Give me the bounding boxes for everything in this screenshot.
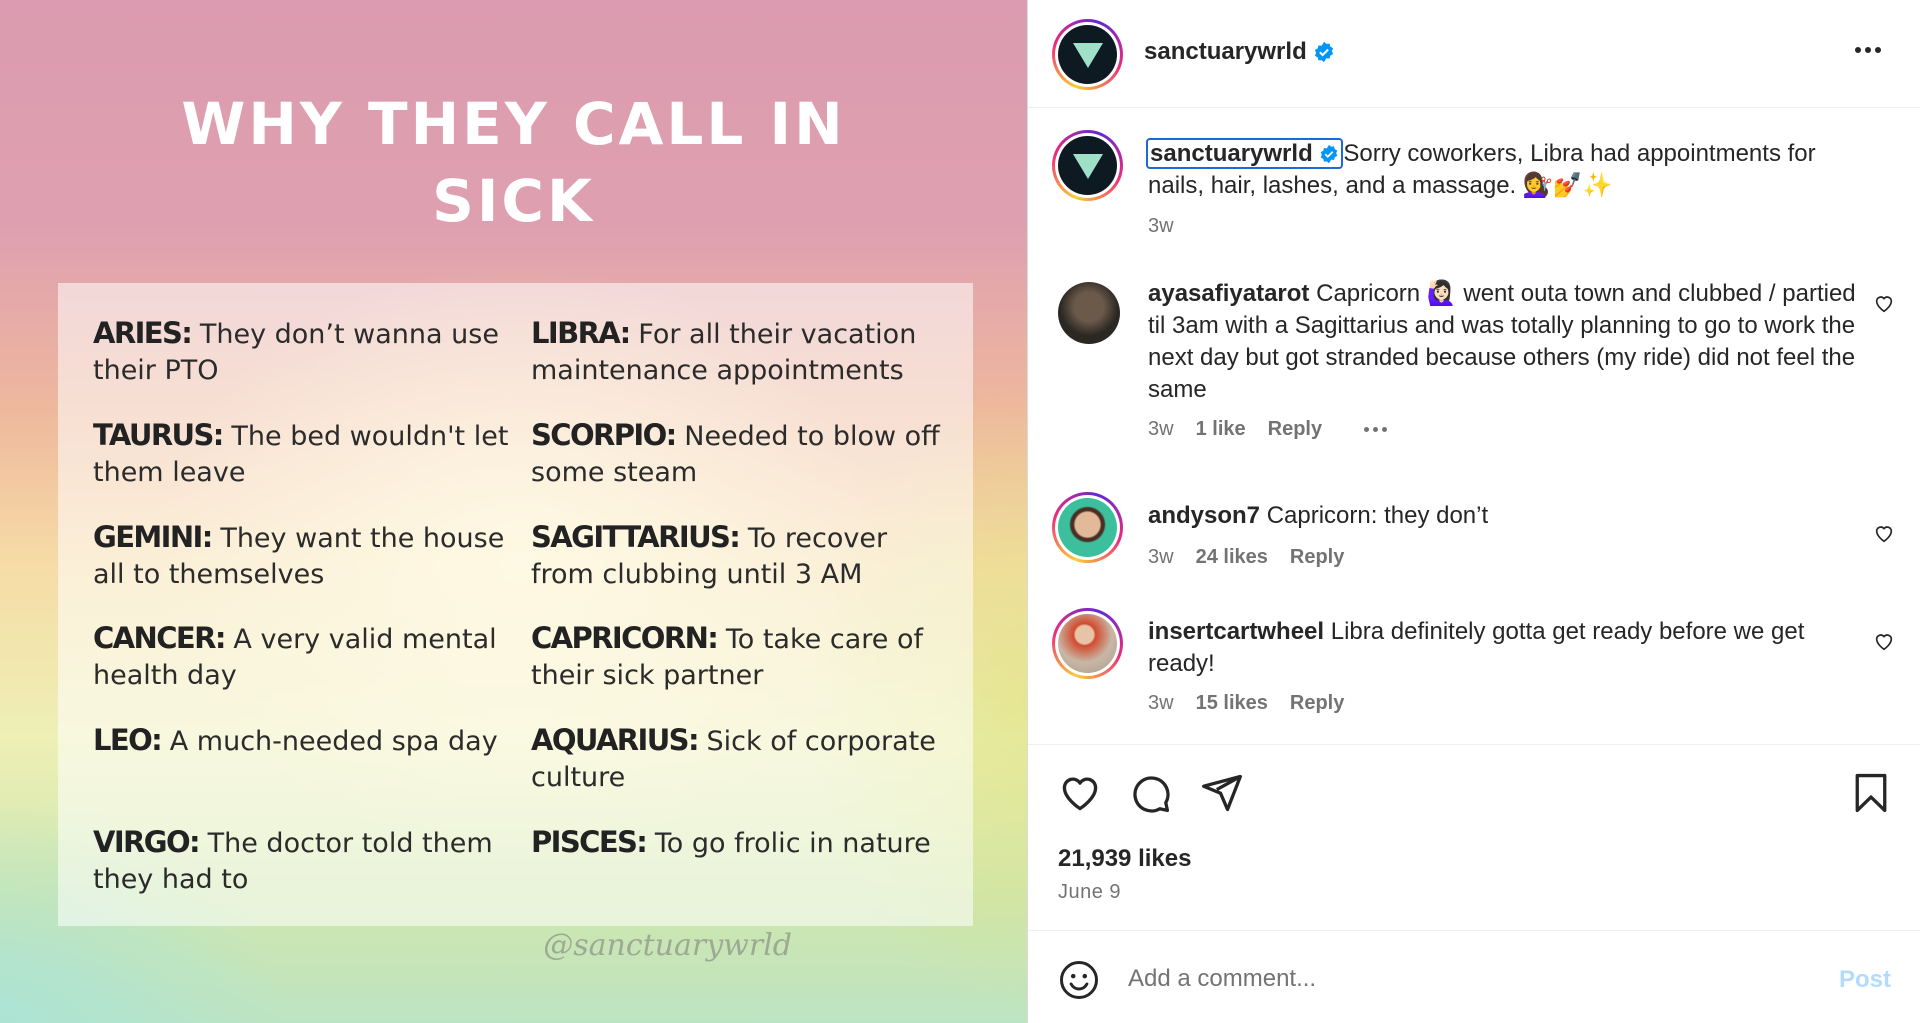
zodiac-entry-scorpio: SCORPIO: Needed to blow off some steam	[531, 417, 945, 519]
zodiac-right-column: LIBRA: For all their vacation maintenanc…	[531, 315, 945, 926]
comment-item: insertcartwheel Libra definitely gotta g…	[1028, 608, 1920, 738]
add-comment-bar: Post	[1028, 930, 1920, 1023]
comment-time: 3w	[1148, 692, 1174, 714]
comment-reply-button[interactable]: Reply	[1290, 692, 1344, 715]
comments-list: sanctuarywrld Sorry coworkers, Libra had…	[1028, 108, 1920, 744]
caption-time: 3w	[1148, 215, 1174, 237]
verified-badge-icon	[1321, 144, 1338, 164]
verified-badge-icon	[1314, 41, 1333, 63]
zodiac-reason: A much-needed spa day	[169, 726, 498, 758]
author-username-text[interactable]: sanctuarywrld	[1144, 38, 1307, 66]
zodiac-entry-capricorn: CAPRICORN: To take care of their sick pa…	[531, 620, 945, 722]
comment-input[interactable]	[1128, 955, 1768, 1003]
zodiac-reason: To go frolic in nature	[654, 828, 931, 860]
zodiac-sign-name: LIBRA:	[531, 316, 631, 350]
zodiac-entry-gemini: GEMINI: They want the house all to thems…	[93, 519, 511, 621]
share-icon[interactable]	[1200, 771, 1244, 815]
author-username[interactable]: sanctuarywrld	[1144, 38, 1335, 66]
comment-reply-button[interactable]: Reply	[1268, 418, 1322, 441]
commenter-avatar[interactable]	[1058, 282, 1120, 344]
zodiac-sign-name: ARIES:	[93, 316, 193, 350]
caption-username[interactable]: sanctuarywrld	[1146, 138, 1344, 169]
post-date: June 9	[1058, 881, 1122, 903]
zodiac-entry-virgo: VIRGO: The doctor told them they had to	[93, 824, 511, 926]
zodiac-sign-name: VIRGO:	[93, 825, 201, 860]
zodiac-sign-name: LEO:	[93, 723, 163, 758]
zodiac-sign-name: SAGITTARIUS:	[531, 519, 741, 554]
comment-meta: 3w 15 likes Reply	[1148, 692, 1344, 715]
comment-item: andyson7 Capricorn: they don’t 3w 24 lik…	[1028, 492, 1920, 592]
image-title: WHY THEY CALL IN SICK	[0, 86, 1027, 240]
zodiac-sign-name: CAPRICORN:	[531, 621, 719, 656]
emoji-icon[interactable]	[1058, 959, 1100, 1001]
sanctuary-logo-icon	[1058, 25, 1117, 84]
caption-text-block: sanctuarywrld Sorry coworkers, Libra had…	[1146, 138, 1868, 242]
author-avatar[interactable]	[1052, 19, 1123, 90]
post-side-panel: sanctuarywrld sanctuarywrld Sorry cowork…	[1027, 0, 1920, 1023]
zodiac-entry-libra: LIBRA: For all their vacation maintenanc…	[531, 315, 945, 417]
heart-icon[interactable]	[1058, 771, 1102, 815]
zodiac-left-column: ARIES: They don’t wanna use their PTO TA…	[93, 315, 511, 926]
comment-meta: 3w 1 like Reply	[1148, 418, 1388, 441]
comment-likes[interactable]: 24 likes	[1196, 546, 1268, 569]
zodiac-entry-aries: ARIES: They don’t wanna use their PTO	[93, 315, 511, 417]
more-options-icon[interactable]	[1855, 40, 1885, 60]
zodiac-sign-name: CANCER:	[93, 621, 226, 656]
post-header: sanctuarywrld	[1028, 0, 1920, 108]
image-watermark: @sanctuarywrld	[543, 928, 792, 963]
comment-time: 3w	[1148, 546, 1174, 568]
comment-text: insertcartwheel Libra definitely gotta g…	[1148, 616, 1863, 680]
comment-text: andyson7 Capricorn: they don’t	[1148, 500, 1863, 532]
comment-like-heart-icon[interactable]	[1873, 292, 1895, 314]
zodiac-card: ARIES: They don’t wanna use their PTO TA…	[58, 283, 973, 926]
caption-avatar[interactable]	[1052, 130, 1123, 201]
sanctuary-logo-icon	[1058, 136, 1117, 195]
image-title-line-1: WHY THEY CALL IN	[181, 90, 846, 158]
comment-likes[interactable]: 1 like	[1196, 418, 1246, 441]
comment-options-icon[interactable]	[1364, 427, 1388, 432]
image-title-line-2: SICK	[432, 167, 595, 235]
zodiac-sign-name: SCORPIO:	[531, 417, 677, 452]
zodiac-sign-name: GEMINI:	[93, 519, 213, 554]
post-actions: 21,939 likes June 9	[1028, 744, 1920, 930]
zodiac-entry-aquarius: AQUARIUS: Sick of corporate culture	[531, 722, 945, 824]
comment-time: 3w	[1148, 418, 1174, 440]
zodiac-entry-cancer: CANCER: A very valid mental health day	[93, 620, 511, 722]
post-caption: sanctuarywrld Sorry coworkers, Libra had…	[1028, 108, 1920, 248]
likes-count[interactable]: 21,939 likes	[1058, 845, 1191, 873]
comment-like-heart-icon[interactable]	[1873, 522, 1895, 544]
comment-item: ayasafiyatarot Capricorn 🙋🏻‍♀️ went outa…	[1028, 278, 1920, 458]
bookmark-icon[interactable]	[1849, 771, 1893, 815]
comment-meta: 3w 24 likes Reply	[1148, 546, 1344, 569]
zodiac-sign-name: PISCES:	[531, 825, 648, 860]
zodiac-entry-taurus: TAURUS: The bed wouldn't let them leave	[93, 417, 511, 519]
comment-likes[interactable]: 15 likes	[1196, 692, 1268, 715]
commenter-avatar[interactable]	[1052, 608, 1123, 679]
comment-like-heart-icon[interactable]	[1873, 630, 1895, 652]
commenter-username[interactable]: andyson7	[1148, 502, 1260, 529]
zodiac-entry-pisces: PISCES: To go frolic in nature	[531, 824, 945, 926]
comment-reply-button[interactable]: Reply	[1290, 546, 1344, 569]
comment-text: ayasafiyatarot Capricorn 🙋🏻‍♀️ went outa…	[1148, 278, 1863, 406]
zodiac-entry-sagittarius: SAGITTARIUS: To recover from clubbing un…	[531, 519, 945, 621]
commenter-avatar[interactable]	[1052, 492, 1123, 563]
comment-body: Capricorn: they don’t	[1266, 502, 1489, 529]
zodiac-entry-leo: LEO: A much-needed spa day	[93, 722, 511, 824]
comment-icon[interactable]	[1128, 771, 1172, 815]
post-image: WHY THEY CALL IN SICK ARIES: They don’t …	[0, 0, 1027, 1023]
post-comment-button[interactable]: Post	[1839, 966, 1891, 994]
commenter-username[interactable]: insertcartwheel	[1148, 618, 1324, 645]
commenter-username[interactable]: ayasafiyatarot	[1148, 280, 1309, 307]
zodiac-sign-name: TAURUS:	[93, 417, 224, 452]
zodiac-sign-name: AQUARIUS:	[531, 723, 700, 758]
